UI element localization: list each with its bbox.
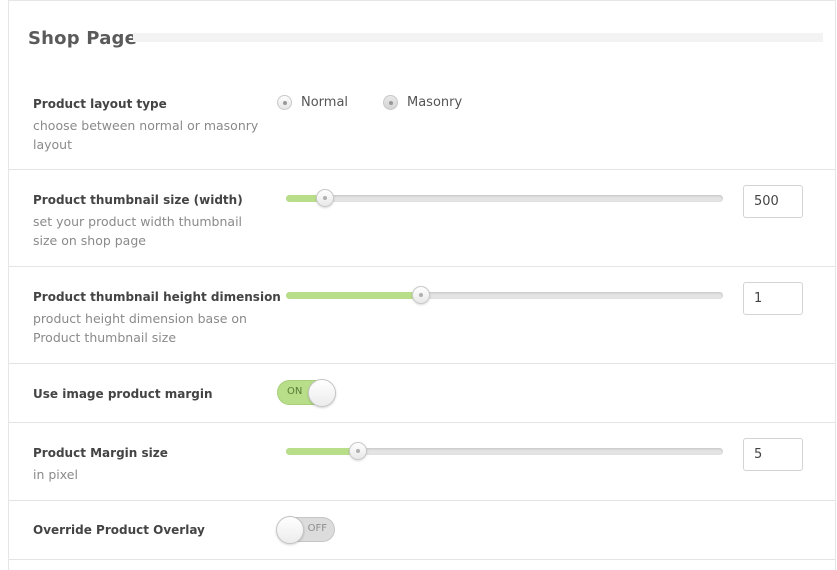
toggle-state-text: ON	[287, 386, 303, 397]
slider-handle[interactable]	[349, 442, 368, 460]
radio-normal[interactable]: Normal	[277, 95, 348, 110]
radio-masonry-label: Masonry	[407, 95, 463, 110]
section-title: Shop Page	[28, 28, 138, 49]
layout-desc: choose between normal or masonry layout	[33, 118, 259, 152]
layout-label: Product layout type	[33, 97, 167, 111]
toggle-knob	[308, 379, 336, 407]
thumb-width-desc: set your product width thumbnail size on…	[33, 214, 243, 248]
thumb-height-label: Product thumbnail height dimension	[33, 290, 281, 304]
thumb-width-slider[interactable]	[286, 189, 723, 207]
setting-row-thumb-height: Product thumbnail height dimension produ…	[9, 266, 835, 364]
radio-masonry[interactable]: Masonry	[383, 95, 462, 110]
title-divider	[133, 33, 823, 42]
thumb-height-slider[interactable]	[286, 286, 723, 304]
toggle-state-text: OFF	[307, 523, 327, 534]
image-margin-label: Use image product margin	[33, 387, 213, 401]
radio-dot-icon	[383, 95, 398, 110]
slider-fill	[286, 448, 359, 455]
overlay-label: Override Product Overlay	[33, 523, 205, 537]
radio-normal-label: Normal	[301, 95, 349, 110]
setting-row-margin-size: Product Margin size in pixel	[9, 422, 835, 501]
thumb-height-input[interactable]: 1	[743, 282, 803, 315]
image-margin-toggle[interactable]: ON	[277, 379, 336, 407]
radio-dot-icon	[277, 95, 292, 110]
margin-size-input[interactable]: 5	[743, 438, 803, 471]
margin-size-desc: in pixel	[33, 467, 78, 482]
margin-size-label: Product Margin size	[33, 446, 168, 460]
toggle-knob	[276, 516, 304, 544]
thumb-width-label: Product thumbnail size (width)	[33, 193, 243, 207]
setting-row-image-margin: Use image product margin	[9, 363, 835, 423]
setting-row-thumb-width: Product thumbnail size (width) set your …	[9, 169, 835, 267]
overlay-toggle[interactable]: OFF	[276, 516, 335, 544]
shop-page-panel: Shop Page Product layout type choose bet…	[8, 0, 836, 570]
thumb-width-input[interactable]: 500	[743, 185, 803, 218]
setting-row-overlay: Override Product Overlay	[9, 500, 835, 560]
margin-size-slider[interactable]	[286, 442, 723, 460]
slider-fill	[286, 292, 422, 299]
thumb-height-desc: product height dimension base on Product…	[33, 311, 247, 345]
